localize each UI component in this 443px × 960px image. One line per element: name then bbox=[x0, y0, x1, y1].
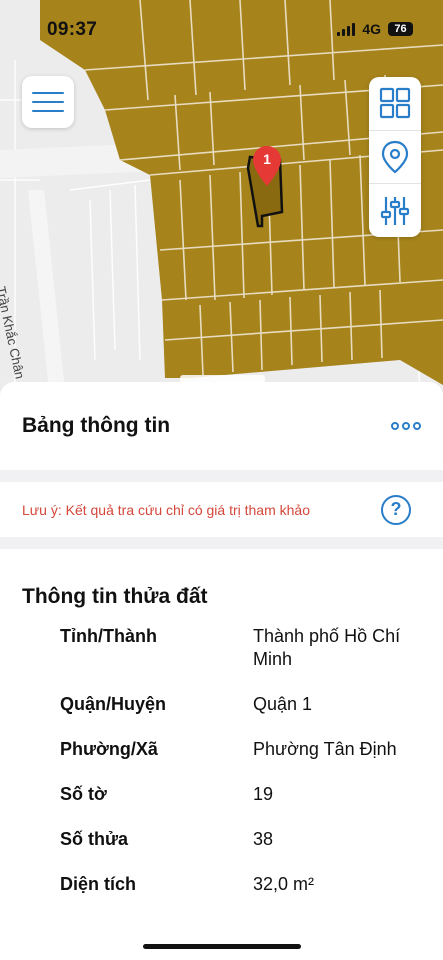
map-tools bbox=[369, 77, 421, 237]
hamburger-icon bbox=[32, 92, 64, 94]
grid-layers-icon bbox=[379, 88, 411, 119]
parcel-info-list: Tỉnh/Thành Thành phố Hồ Chí Minh Quận/Hu… bbox=[0, 625, 443, 896]
more-dots-icon bbox=[391, 422, 399, 430]
disclaimer-text: Lưu ý: Kết quả tra cứu chỉ có giá trị th… bbox=[22, 501, 310, 518]
info-value: 19 bbox=[253, 784, 274, 804]
section-title: Thông tin thửa đất bbox=[22, 585, 208, 608]
question-icon: ? bbox=[390, 499, 402, 519]
marker-number: 1 bbox=[263, 151, 271, 167]
info-row-province: Tỉnh/Thành Thành phố Hồ Chí Minh bbox=[60, 625, 421, 671]
info-value: 38 bbox=[253, 829, 274, 849]
info-label: Phường/Xã bbox=[60, 739, 158, 759]
info-panel: Bảng thông tin Lưu ý: Kết quả tra cứu ch… bbox=[0, 382, 443, 960]
panel-title: Bảng thông tin bbox=[22, 414, 171, 437]
parcel-marker[interactable]: 1 bbox=[253, 146, 281, 186]
home-indicator[interactable] bbox=[143, 944, 301, 949]
info-row-ward: Phường/Xã Phường Tân Định bbox=[60, 738, 421, 761]
network-type: 4G bbox=[362, 21, 381, 37]
more-options-button[interactable] bbox=[391, 422, 421, 430]
layers-button[interactable] bbox=[369, 77, 421, 130]
info-row-area: Diện tích 32,0 m² bbox=[60, 873, 421, 896]
battery-icon: 76 bbox=[388, 22, 413, 36]
divider bbox=[0, 537, 443, 549]
info-value: Thành phố Hồ Chí Minh bbox=[253, 626, 401, 669]
status-bar: 09:37 4G 76 bbox=[0, 0, 443, 58]
locate-button[interactable] bbox=[369, 129, 421, 184]
info-label: Tỉnh/Thành bbox=[60, 626, 157, 646]
info-value: 32,0 m² bbox=[253, 874, 315, 894]
battery-level: 76 bbox=[394, 23, 407, 35]
info-row-district: Quận/Huyện Quận 1 bbox=[60, 693, 421, 716]
info-row-sheet-number: Số tờ 19 bbox=[60, 783, 421, 806]
info-label: Số tờ bbox=[60, 784, 107, 804]
signal-icon bbox=[337, 22, 356, 36]
sliders-icon bbox=[380, 196, 410, 225]
panel-header: Bảng thông tin bbox=[0, 382, 443, 470]
filter-button[interactable] bbox=[369, 183, 421, 237]
info-value: Quận 1 bbox=[253, 694, 313, 714]
info-label: Diện tích bbox=[60, 874, 137, 894]
info-label: Số thửa bbox=[60, 829, 129, 849]
status-time: 09:37 bbox=[47, 19, 98, 40]
disclaimer-row: Lưu ý: Kết quả tra cứu chỉ có giá trị th… bbox=[0, 482, 443, 537]
location-pin-icon bbox=[381, 140, 409, 174]
info-value: Phường Tân Định bbox=[253, 739, 397, 759]
help-button[interactable]: ? bbox=[381, 494, 411, 525]
info-row-parcel-number: Số thửa 38 bbox=[60, 828, 421, 851]
menu-button[interactable] bbox=[22, 76, 74, 128]
divider bbox=[0, 470, 443, 482]
info-label: Quận/Huyện bbox=[60, 694, 167, 714]
